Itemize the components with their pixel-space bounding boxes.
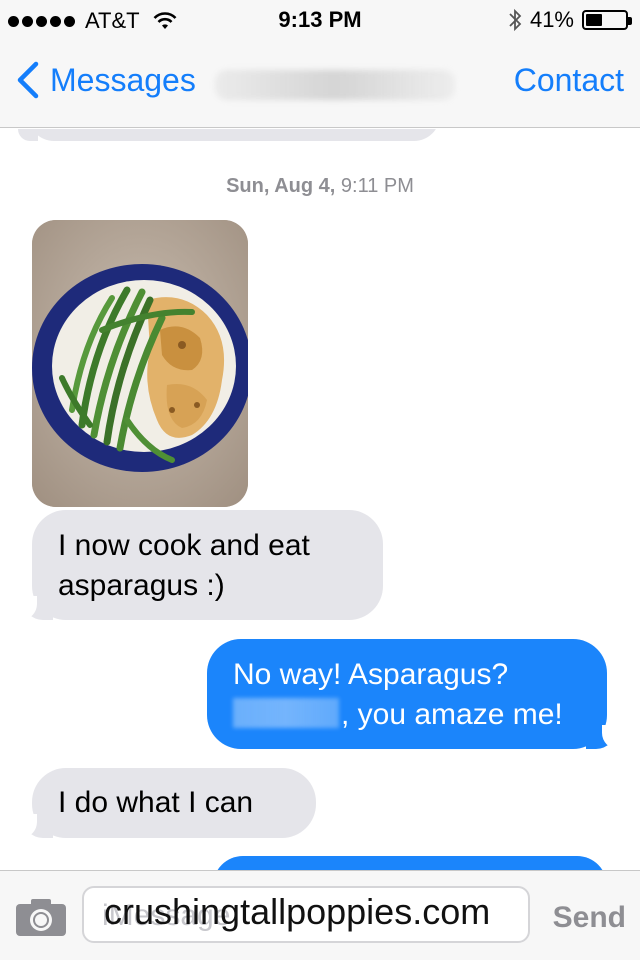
message-text: I now cook and eat asparagus :) [58,526,357,606]
sent-message-bubble[interactable]: No way! Asparagus? , you amaze me! [207,639,622,749]
message-line: asparagus :) [58,569,225,602]
conversation[interactable]: Sun, Aug 4, 9:11 PM I now cook and eat a… [0,129,640,870]
battery-fill [586,14,602,26]
next-sent-message-bubble[interactable] [213,856,607,870]
message-line: , you amaze me! [233,695,581,735]
contact-button[interactable]: Contact [514,62,624,99]
photo-message[interactable] [32,220,248,507]
battery-tip [628,17,632,25]
message-line: No way! Asparagus? [233,658,509,691]
timestamp-time: 9:11 PM [340,175,414,197]
battery-icon [582,10,632,30]
message-text: I do what I can [58,783,290,823]
timestamp-day: Sun, Aug 4, [226,175,336,197]
redacted-name [233,698,339,728]
message-input[interactable]: iMessage crushingtallpoppies.com [82,886,530,943]
message-line-rest: , you amaze me! [341,698,563,731]
message-line: I do what I can [58,786,254,819]
message-text: No way! Asparagus? , you amaze me! [233,655,581,735]
received-message-bubble[interactable]: I do what I can [17,768,316,838]
bubble-tail [586,725,622,749]
input-bar: iMessage crushingtallpoppies.com Send [0,870,640,960]
bubble-tail [17,814,53,838]
status-right: 41% [508,7,632,33]
send-button[interactable]: Send [553,901,626,935]
watermark-text: crushingtallpoppies.com [104,891,491,932]
message-line: I now cook and eat [58,529,310,562]
message-timestamp: Sun, Aug 4, 9:11 PM [0,175,640,198]
previous-message-bubble [28,129,440,141]
status-bar: AT&T 9:13 PM 41% [0,0,640,40]
nav-bar: Messages Contact [0,40,640,128]
food-photo [32,220,248,507]
bubble-tail [17,596,53,620]
battery-percent: 41% [529,7,574,32]
camera-icon[interactable] [15,897,67,937]
received-message-bubble[interactable]: I now cook and eat asparagus :) [17,510,383,620]
back-button[interactable]: Messages [14,60,196,100]
back-label: Messages [50,61,196,98]
chevron-left-icon [17,61,39,99]
contact-name-redacted [215,70,455,100]
bluetooth-icon [509,8,522,32]
previous-message-tail [18,129,38,141]
